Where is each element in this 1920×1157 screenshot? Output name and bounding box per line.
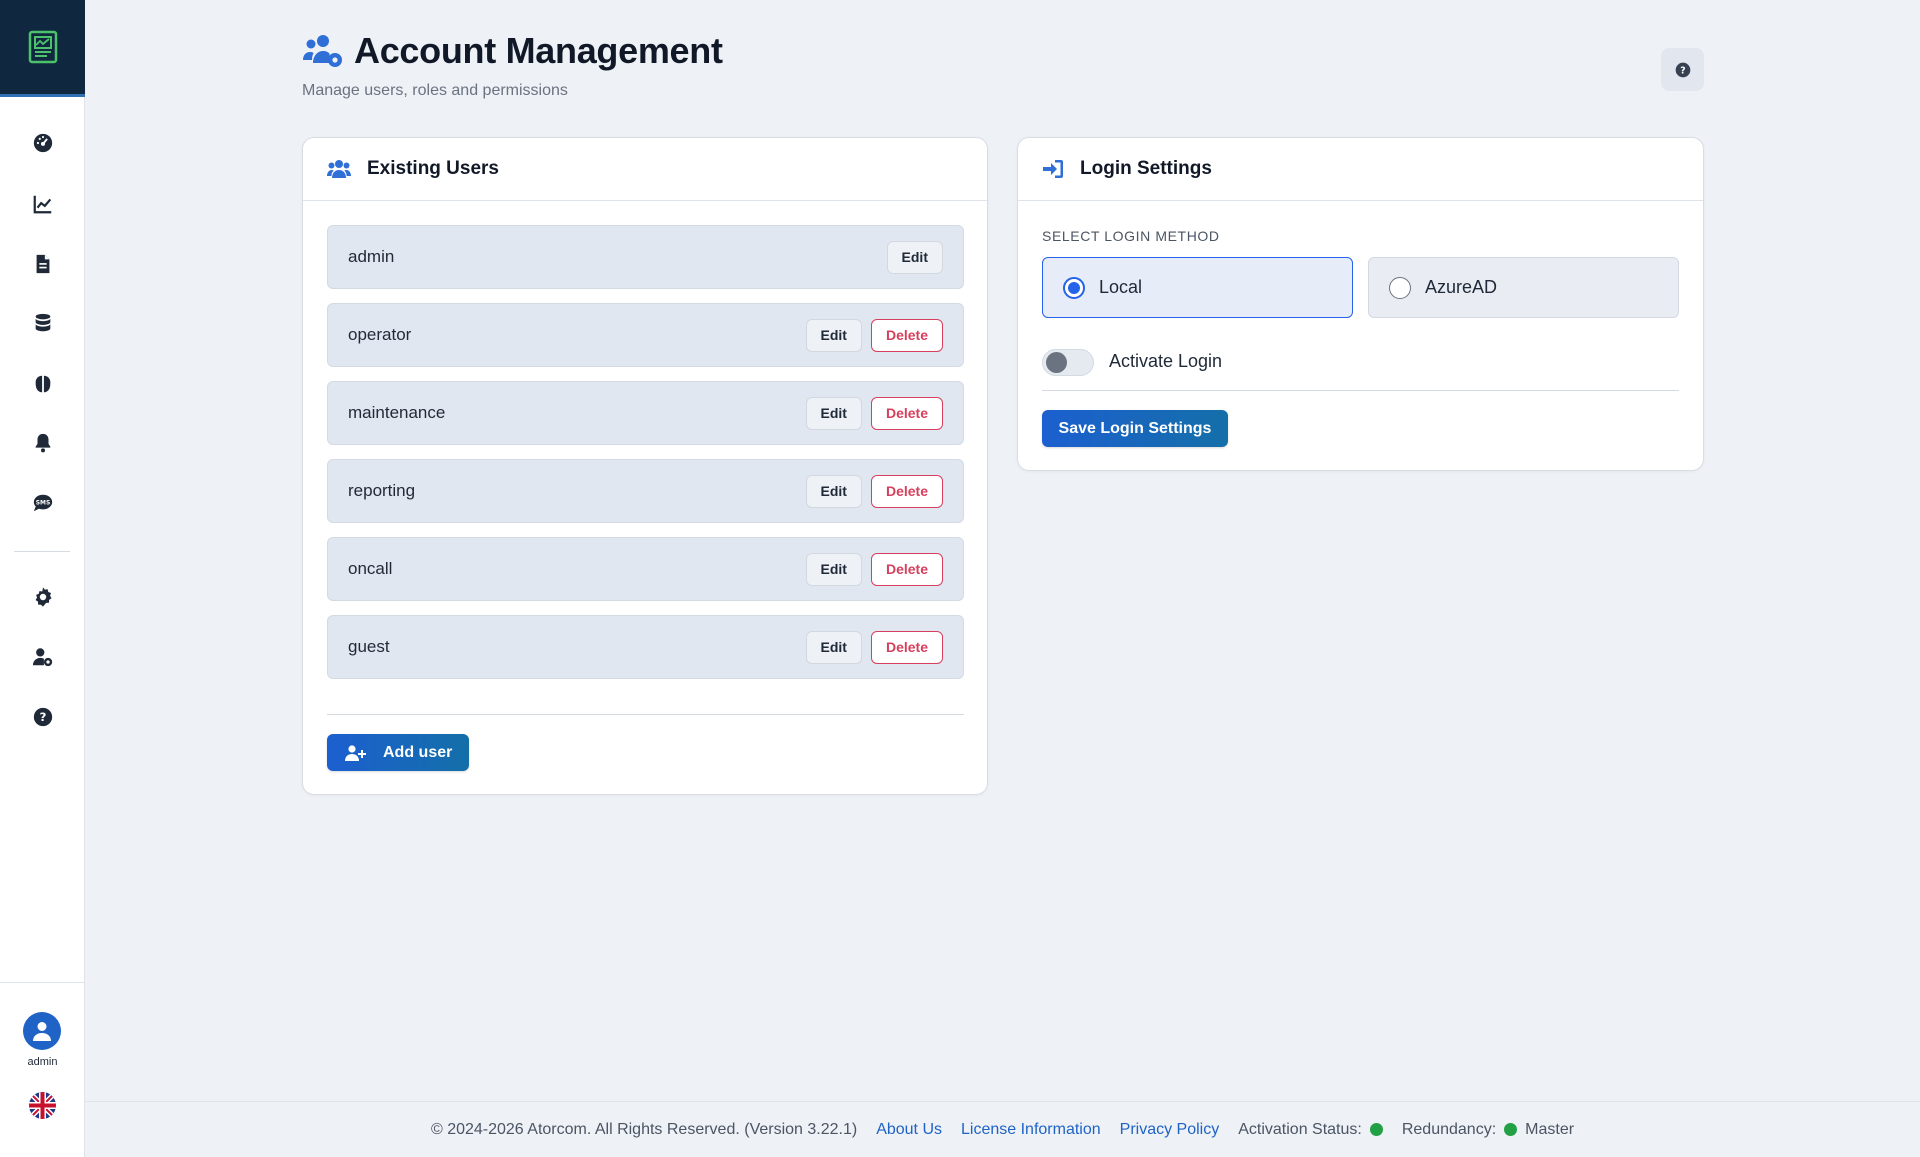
- brain-icon: [35, 375, 50, 393]
- svg-text:?: ?: [1680, 65, 1685, 76]
- sms-icon: SMS: [33, 494, 52, 512]
- users-cog-icon: [303, 35, 342, 67]
- edit-user-button[interactable]: Edit: [805, 474, 862, 508]
- avatar[interactable]: [23, 1012, 61, 1050]
- login-method-azuread[interactable]: AzureAD: [1368, 257, 1679, 318]
- delete-user-button[interactable]: Delete: [870, 630, 943, 664]
- activation-status: Activation Status:: [1238, 1121, 1383, 1139]
- nav-database[interactable]: [0, 301, 85, 345]
- login-method-label-local: Local: [1099, 277, 1143, 297]
- page-subtitle: Manage users, roles and permissions: [302, 82, 568, 99]
- user-row: maintenance Edit Delete: [327, 381, 964, 445]
- delete-user-button[interactable]: Delete: [870, 396, 943, 430]
- nav-settings[interactable]: [0, 575, 85, 619]
- dashboard-icon: [33, 133, 52, 153]
- existing-users-title: Existing Users: [367, 158, 499, 179]
- users-divider: [327, 714, 964, 715]
- redundancy-status: Redundancy: Master: [1402, 1121, 1574, 1139]
- user-name: admin: [348, 247, 395, 266]
- users-icon: [327, 160, 351, 178]
- page-title: Account Management: [354, 30, 723, 71]
- nav-analytics[interactable]: [0, 182, 85, 226]
- help-button[interactable]: ?: [1661, 48, 1704, 91]
- user-icon: [33, 1022, 51, 1041]
- login-settings-title: Login Settings: [1080, 158, 1212, 179]
- delete-user-button[interactable]: Delete: [870, 318, 943, 352]
- user-row: oncall Edit Delete: [327, 537, 964, 601]
- license-link[interactable]: License Information: [961, 1121, 1101, 1139]
- edit-user-button[interactable]: Edit: [805, 630, 862, 664]
- edit-user-button[interactable]: Edit: [805, 396, 862, 430]
- activate-login-toggle[interactable]: [1042, 349, 1094, 376]
- nav-alarms[interactable]: [0, 421, 85, 465]
- nav-dashboard[interactable]: [0, 121, 85, 165]
- user-row: reporting Edit Delete: [327, 459, 964, 523]
- gear-icon: [35, 587, 52, 607]
- existing-users-header: Existing Users: [303, 138, 987, 201]
- redundancy-value: Master: [1525, 1120, 1575, 1138]
- login-method-label: SELECT LOGIN METHOD: [1042, 228, 1220, 244]
- user-name: reporting: [348, 481, 416, 500]
- sidebar: SMS ? admin: [0, 0, 85, 1157]
- user-row: operator Edit Delete: [327, 303, 964, 367]
- footer: © 2024-2026 Atorcom. All Rights Reserved…: [85, 1101, 1920, 1157]
- user-cog-icon: [32, 648, 52, 667]
- login-settings-card: Login Settings SELECT LOGIN METHOD Local…: [1017, 137, 1704, 471]
- avatar-username: admin: [27, 1056, 58, 1068]
- activation-status-dot: [1369, 1123, 1383, 1136]
- login-settings-header: Login Settings: [1018, 138, 1703, 201]
- svg-text:SMS: SMS: [35, 499, 49, 506]
- copyright-text: © 2024-2026 Atorcom. All Rights Reserved…: [430, 1120, 858, 1138]
- nav-ai[interactable]: [0, 362, 85, 406]
- nav-account-management[interactable]: [0, 635, 85, 679]
- language-selector[interactable]: [29, 1092, 56, 1119]
- redundancy-label: Redundancy:: [1401, 1120, 1497, 1138]
- save-login-settings-button[interactable]: Save Login Settings: [1042, 410, 1228, 447]
- user-name: maintenance: [348, 403, 446, 422]
- nav-help[interactable]: ?: [0, 695, 85, 739]
- edit-user-button[interactable]: Edit: [805, 318, 862, 352]
- activate-login-label: Activate Login: [1109, 351, 1223, 371]
- edit-user-button[interactable]: Edit: [886, 240, 943, 274]
- edit-user-button[interactable]: Edit: [805, 552, 862, 586]
- page-header: Account Management Manage users, roles a…: [302, 30, 723, 100]
- svg-text:?: ?: [39, 710, 46, 724]
- delete-user-button[interactable]: Delete: [870, 474, 943, 508]
- question-icon: ?: [1675, 62, 1690, 77]
- redundancy-status-dot: [1504, 1123, 1518, 1136]
- nav-divider: [14, 551, 70, 552]
- user-name: guest: [348, 637, 390, 656]
- nav-sms[interactable]: SMS: [0, 481, 85, 525]
- user-name: oncall: [348, 559, 393, 578]
- question-icon: ?: [33, 707, 52, 727]
- user-plus-icon: [345, 744, 366, 761]
- database-icon: [35, 313, 50, 332]
- radio-button[interactable]: [1389, 276, 1411, 299]
- delete-user-button[interactable]: Delete: [870, 552, 943, 586]
- add-user-button[interactable]: Add user: [327, 734, 469, 771]
- user-row: guest Edit Delete: [327, 615, 964, 679]
- file-icon: [36, 254, 49, 274]
- nav-reports[interactable]: [0, 242, 85, 286]
- sidebar-bottom-divider: [0, 982, 85, 983]
- toggle-knob: [1046, 352, 1067, 373]
- logo[interactable]: [0, 0, 85, 97]
- privacy-link[interactable]: Privacy Policy: [1120, 1121, 1220, 1139]
- login-method-local[interactable]: Local: [1042, 257, 1353, 318]
- sign-in-icon: [1043, 160, 1063, 178]
- bell-icon: [35, 433, 50, 453]
- chart-line-icon: [33, 195, 51, 214]
- report-logo-icon: [28, 30, 57, 64]
- login-divider: [1042, 390, 1679, 391]
- uk-flag-icon: [29, 1092, 56, 1119]
- activation-status-label: Activation Status:: [1238, 1120, 1362, 1138]
- user-name: operator: [348, 325, 412, 344]
- login-method-label-azuread: AzureAD: [1425, 277, 1498, 297]
- radio-button[interactable]: [1063, 276, 1085, 299]
- user-row: admin Edit: [327, 225, 964, 289]
- about-link[interactable]: About Us: [876, 1121, 942, 1139]
- add-user-label: Add user: [383, 743, 453, 761]
- existing-users-card: Existing Users admin Edit operator Edit …: [302, 137, 988, 795]
